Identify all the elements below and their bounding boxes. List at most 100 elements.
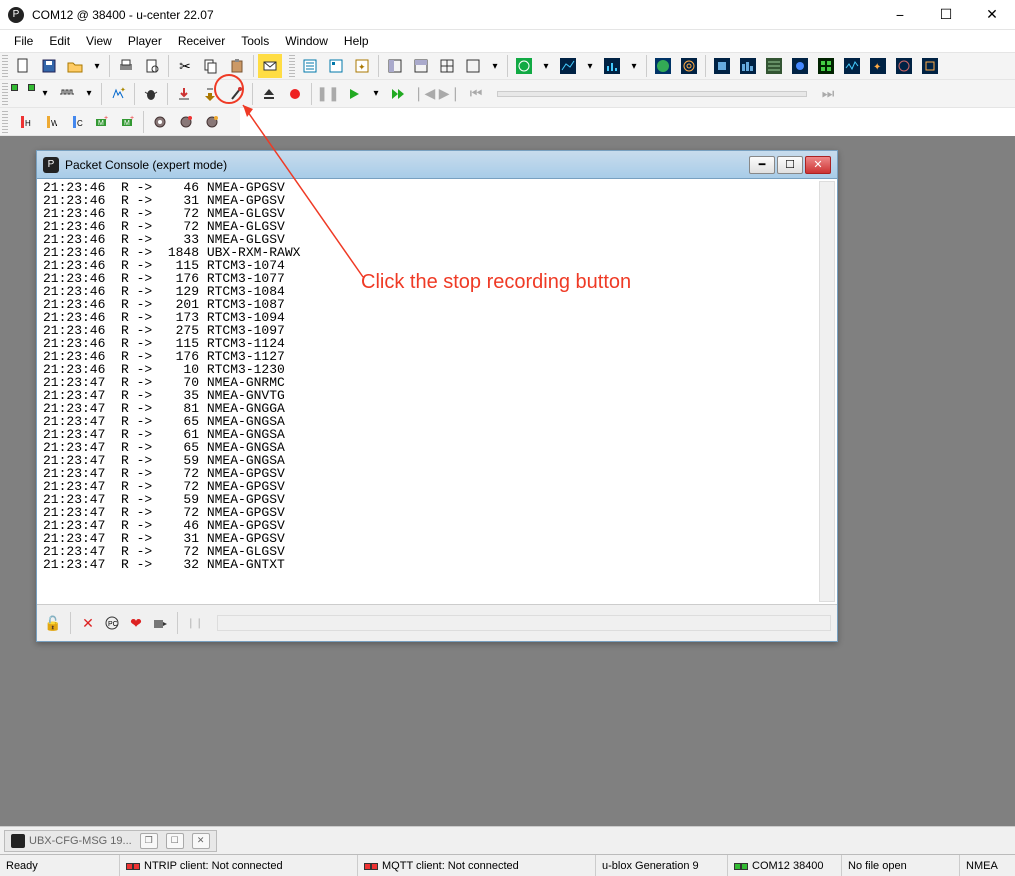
step-back-icon[interactable]: ❘◀ xyxy=(412,82,436,106)
menu-receiver[interactable]: Receiver xyxy=(170,32,233,50)
step-fwd-icon[interactable]: ▶❘ xyxy=(438,82,462,106)
menubar: File Edit View Player Receiver Tools Win… xyxy=(0,30,1015,52)
histogram-view-icon[interactable] xyxy=(600,54,624,78)
mdi-tab-max-button[interactable]: ☐ xyxy=(166,833,184,849)
view-config-icon[interactable]: ✦ xyxy=(350,54,374,78)
skip-end-icon[interactable]: ⏭ xyxy=(816,82,840,106)
chart-dropdown-icon[interactable]: ▾ xyxy=(582,54,598,78)
print-icon[interactable] xyxy=(114,54,138,78)
pc-icon[interactable]: PC xyxy=(102,613,122,633)
dock1-icon[interactable] xyxy=(383,54,407,78)
child-maximize-button[interactable]: ☐ xyxy=(777,156,803,174)
menu-window[interactable]: Window xyxy=(277,32,336,50)
grid8-icon[interactable] xyxy=(892,54,916,78)
clear-icon[interactable]: ✕ xyxy=(78,613,98,633)
baudrate-icon[interactable] xyxy=(55,82,79,106)
grid6-icon[interactable] xyxy=(840,54,864,78)
open-dropdown-icon[interactable]: ▾ xyxy=(89,54,105,78)
messages-icon[interactable] xyxy=(258,54,282,78)
heart-icon[interactable]: ❤ xyxy=(126,613,146,633)
paste-icon[interactable] xyxy=(225,54,249,78)
debug-icon[interactable] xyxy=(139,82,163,106)
menu-player[interactable]: Player xyxy=(120,32,170,50)
menu-edit[interactable]: Edit xyxy=(41,32,78,50)
tool1-icon[interactable] xyxy=(224,82,248,106)
mdi-tab-restore-button[interactable]: ❐ xyxy=(140,833,158,849)
gear2-icon[interactable] xyxy=(174,110,198,134)
menu-view[interactable]: View xyxy=(78,32,120,50)
menu-help[interactable]: Help xyxy=(336,32,377,50)
menu-file[interactable]: File xyxy=(6,32,41,50)
warm-w-icon[interactable]: W xyxy=(37,110,61,134)
close-button[interactable]: ✕ xyxy=(969,0,1015,30)
svg-text:W: W xyxy=(51,119,57,128)
chart-view-icon[interactable] xyxy=(556,54,580,78)
mdi-tab-close-button[interactable]: ✕ xyxy=(192,833,210,849)
copy-icon[interactable] xyxy=(199,54,223,78)
menu-tools[interactable]: Tools xyxy=(233,32,277,50)
fastforward-icon[interactable] xyxy=(386,82,410,106)
packet-console-titlebar[interactable]: P Packet Console (expert mode) ━ ☐ ✕ xyxy=(37,151,837,179)
pause-small-icon[interactable]: ❘❘ xyxy=(185,613,205,633)
eject-icon[interactable] xyxy=(257,82,281,106)
ntrip-plug-icon xyxy=(126,861,140,871)
autobaud-icon[interactable]: ✦ xyxy=(106,82,130,106)
baudrate-dropdown-icon[interactable]: ▾ xyxy=(81,82,97,106)
connect-dropdown-icon[interactable]: ▾ xyxy=(37,82,53,106)
sky-view-icon[interactable] xyxy=(512,54,536,78)
toolbar-1: ▾ ✂ ✦ ▾ ▾ ▾ ▾ ✦ xyxy=(0,52,1015,80)
maximize-button[interactable]: ☐ xyxy=(923,0,969,30)
dock-dropdown-icon[interactable]: ▾ xyxy=(487,54,503,78)
dock2-icon[interactable] xyxy=(409,54,433,78)
vertical-scrollbar[interactable] xyxy=(819,181,835,602)
child-minimize-button[interactable]: ━ xyxy=(749,156,775,174)
sky-dropdown-icon[interactable]: ▾ xyxy=(538,54,554,78)
chip-plus2-icon[interactable]: M+ xyxy=(115,110,139,134)
gear3-icon[interactable] xyxy=(200,110,224,134)
play-dropdown-icon[interactable]: ▾ xyxy=(368,82,384,106)
grid4-icon[interactable] xyxy=(788,54,812,78)
lock-icon[interactable]: 🔓 xyxy=(43,613,63,633)
grid1-icon[interactable] xyxy=(710,54,734,78)
horizontal-scrollbar[interactable] xyxy=(217,615,831,631)
packet-console-toolbar: 🔓 ✕ PC ❤ ❘❘ xyxy=(37,605,837,641)
histogram-dropdown-icon[interactable]: ▾ xyxy=(626,54,642,78)
child-close-button[interactable]: ✕ xyxy=(805,156,831,174)
grid5-icon[interactable] xyxy=(814,54,838,78)
download-icon[interactable] xyxy=(172,82,196,106)
open-icon[interactable] xyxy=(63,54,87,78)
annotation-text: Click the stop recording button xyxy=(361,271,631,294)
grid3-icon[interactable] xyxy=(762,54,786,78)
new-icon[interactable] xyxy=(11,54,35,78)
skip-start-icon[interactable]: ⏮ xyxy=(464,82,488,106)
mdi-tab-icon xyxy=(11,834,25,848)
deviation-view-icon[interactable] xyxy=(677,54,701,78)
gear1-icon[interactable] xyxy=(148,110,172,134)
print-preview-icon[interactable] xyxy=(140,54,164,78)
grid2-icon[interactable] xyxy=(736,54,760,78)
upload-icon[interactable] xyxy=(198,82,222,106)
cut-icon[interactable]: ✂ xyxy=(173,54,197,78)
export-icon[interactable] xyxy=(150,613,170,633)
view-text-icon[interactable] xyxy=(298,54,322,78)
save-icon[interactable] xyxy=(37,54,61,78)
record-icon[interactable] xyxy=(283,82,307,106)
play-icon[interactable] xyxy=(342,82,366,106)
mdi-tab-ubx-cfg[interactable]: UBX-CFG-MSG 19... ❐ ☐ ✕ xyxy=(4,830,217,852)
view-messages-icon[interactable] xyxy=(324,54,348,78)
pause-icon[interactable]: ❚❚ xyxy=(316,82,340,106)
hot-h-icon[interactable]: H xyxy=(11,110,35,134)
dock3-icon[interactable] xyxy=(435,54,459,78)
grid7-icon[interactable]: ✦ xyxy=(866,54,890,78)
minimize-button[interactable]: − xyxy=(877,0,923,30)
grid9-icon[interactable] xyxy=(918,54,942,78)
packet-console-icon: P xyxy=(43,157,59,173)
packet-console-window: P Packet Console (expert mode) ━ ☐ ✕ 21:… xyxy=(36,150,838,642)
seek-slider[interactable] xyxy=(497,91,807,97)
dock4-icon[interactable] xyxy=(461,54,485,78)
connect-icon[interactable] xyxy=(11,82,35,106)
cold-c-icon[interactable]: C xyxy=(63,110,87,134)
status-protocol: NMEA xyxy=(960,855,1015,876)
chip-plus-icon[interactable]: M+ xyxy=(89,110,113,134)
map-view-icon[interactable] xyxy=(651,54,675,78)
